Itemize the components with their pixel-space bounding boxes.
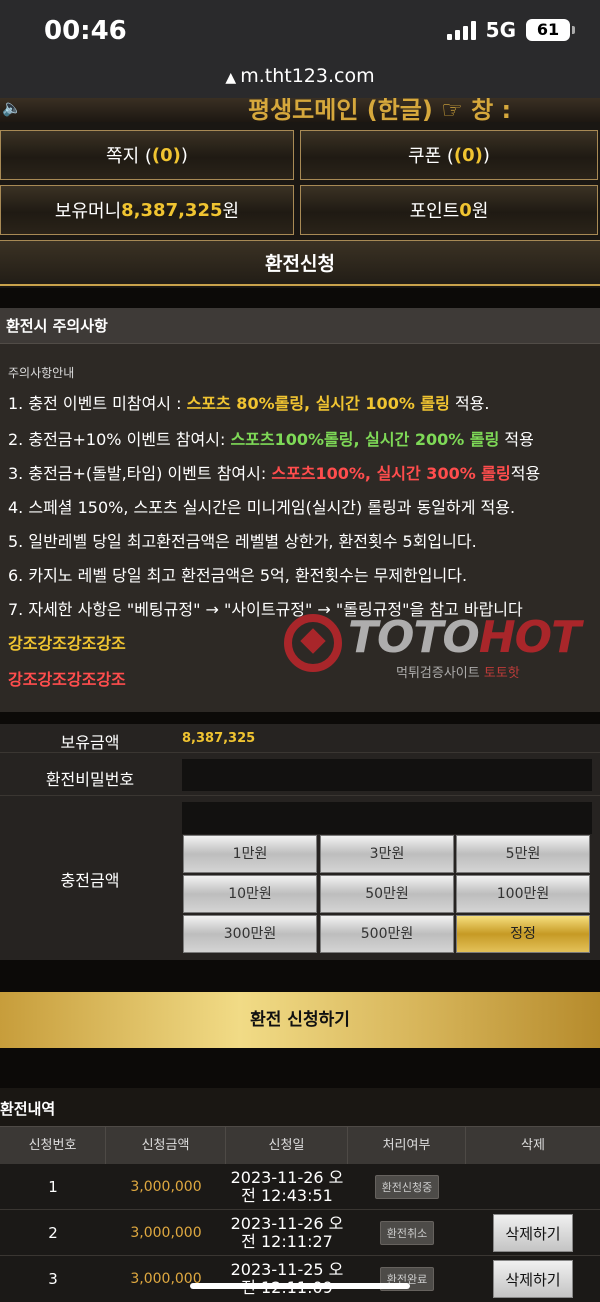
totohot-logo-icon [284, 614, 342, 672]
notice-line-5: 5. 일반레벨 당일 최고환전금액은 레벨별 상한가, 환전횟수 5회입니다. [8, 532, 477, 551]
home-indicator[interactable] [190, 1283, 410, 1289]
point-value: 0 [459, 199, 472, 221]
network-label: 5G [485, 18, 516, 42]
amount-label: 충전금액 [60, 871, 120, 890]
amount-button-3m[interactable]: 300만원 [183, 915, 317, 953]
password-label: 환전비밀번호 [45, 770, 135, 789]
point-label: 포인트 [409, 201, 460, 222]
status-badge: 환전취소 [379, 1221, 435, 1245]
amount-button-50k[interactable]: 5만원 [456, 835, 590, 873]
col-status: 처리여부 [348, 1127, 466, 1165]
col-date: 신청일 [226, 1127, 348, 1165]
memo-label: 쪽지 ( [106, 146, 152, 167]
coupon-label: 쿠폰 ( [408, 146, 454, 167]
coupon-count: (0) [453, 144, 483, 166]
amount-button-1m[interactable]: 100만원 [456, 875, 590, 913]
url-bar[interactable]: ▲ m.tht123.com [0, 62, 600, 98]
table-row: 1 3,000,000 2023-11-26 오전 12:43:51 환전신청중 [0, 1164, 600, 1210]
notice-body: 주의사항안내 1. 충전 이벤트 미참여시 : 스포츠 80%롤링, 실시간 1… [0, 344, 600, 712]
password-input[interactable] [182, 759, 592, 791]
notice-line-3: 3. 충전금+(돌발,타임) 이벤트 참여시: 스포츠100%, 실시간 300… [8, 464, 541, 483]
table-row: 3 3,000,000 2023-11-25 오전 12:11:09 환전완료 … [0, 1256, 600, 1302]
col-number: 신청번호 [0, 1127, 106, 1165]
submit-withdraw-button[interactable]: 환전 신청하기 [0, 992, 600, 1048]
notice-marquee: 🔈 평생도메인 (한글) ☞ 창 : [0, 98, 600, 122]
lock-icon: ▲ [225, 70, 237, 86]
marquee-text: 평생도메인 (한글) ☞ 창 : [248, 98, 512, 122]
notice-header: 환전시 주의사항 [0, 308, 600, 344]
signal-icon [446, 20, 476, 40]
notice-subtitle: 주의사항안내 [8, 366, 75, 380]
amount-button-100k[interactable]: 10만원 [183, 875, 317, 913]
delete-button[interactable]: 삭제하기 [493, 1260, 573, 1298]
watermark-subtitle: 먹튀검증사이트 토토핫 [396, 666, 520, 681]
emphasis-gold: 강조강조강조강조 [8, 634, 126, 653]
balance-value: 8,387,325 [182, 731, 256, 746]
amount-button-5m[interactable]: 500만원 [320, 915, 454, 953]
page-title: 환전신청 [0, 240, 600, 286]
col-delete: 삭제 [521, 1138, 545, 1153]
col-amount: 신청금액 [106, 1127, 226, 1165]
history-title: 환전내역 [0, 1100, 56, 1118]
url-display[interactable]: ▲ m.tht123.com [225, 65, 374, 87]
status-badge: 환전신청중 [374, 1175, 440, 1199]
memo-count: (0) [151, 144, 181, 166]
status-bar: 00:46 5G 61 [0, 0, 600, 62]
notice-line-6: 6. 카지노 레벨 당일 최고 환전금액은 5억, 환전횟수는 무제한입니다. [8, 566, 468, 585]
coupon-button[interactable]: 쿠폰 ( (0) ) [300, 130, 598, 180]
money-panel: 보유머니 8,387,325 원 [0, 185, 294, 235]
amount-button-10k[interactable]: 1만원 [183, 835, 317, 873]
speaker-icon: 🔈 [2, 98, 22, 117]
status-icons: 5G 61 [446, 18, 575, 42]
point-panel: 포인트 0 원 [300, 185, 598, 235]
amount-reset-button[interactable]: 정정 [456, 915, 590, 953]
amount-input[interactable] [182, 802, 592, 834]
notice-line-2: 2. 충전금+10% 이벤트 참여시: 스포츠100%롤링, 실시간 200% … [8, 430, 534, 449]
money-value: 8,387,325 [121, 199, 223, 221]
amount-button-30k[interactable]: 3만원 [320, 835, 454, 873]
notice-line-4: 4. 스페셜 150%, 스포츠 실시간은 미니게임(실시간) 롤링과 동일하게… [8, 498, 516, 517]
delete-button[interactable]: 삭제하기 [493, 1214, 573, 1252]
money-label: 보유머니 [54, 201, 122, 222]
history-table-header: 신청번호 신청금액 신청일 처리여부 삭제 [0, 1126, 600, 1165]
balance-label: 보유금액 [60, 733, 120, 752]
memo-button[interactable]: 쪽지 ( (0) ) [0, 130, 294, 180]
battery-icon: 61 [526, 19, 575, 41]
emphasis-red: 강조강조강조강조 [8, 670, 126, 689]
status-time: 00:46 [44, 16, 127, 46]
watermark-logo: TOTOHOT 먹튀검증사이트 토토핫 [284, 610, 594, 700]
watermark-brand: TOTOHOT [348, 612, 581, 663]
amount-button-500k[interactable]: 50만원 [320, 875, 454, 913]
notice-line-1: 1. 충전 이벤트 미참여시 : 스포츠 80%롤링, 실시간 100% 롤링 … [8, 394, 490, 413]
table-row: 2 3,000,000 2023-11-26 오전 12:11:27 환전취소 … [0, 1210, 600, 1256]
withdraw-form: 보유금액 8,387,325 환전비밀번호 충전금액 1만원 3만원 5만원 1… [0, 724, 600, 960]
url-text: m.tht123.com [240, 65, 375, 87]
